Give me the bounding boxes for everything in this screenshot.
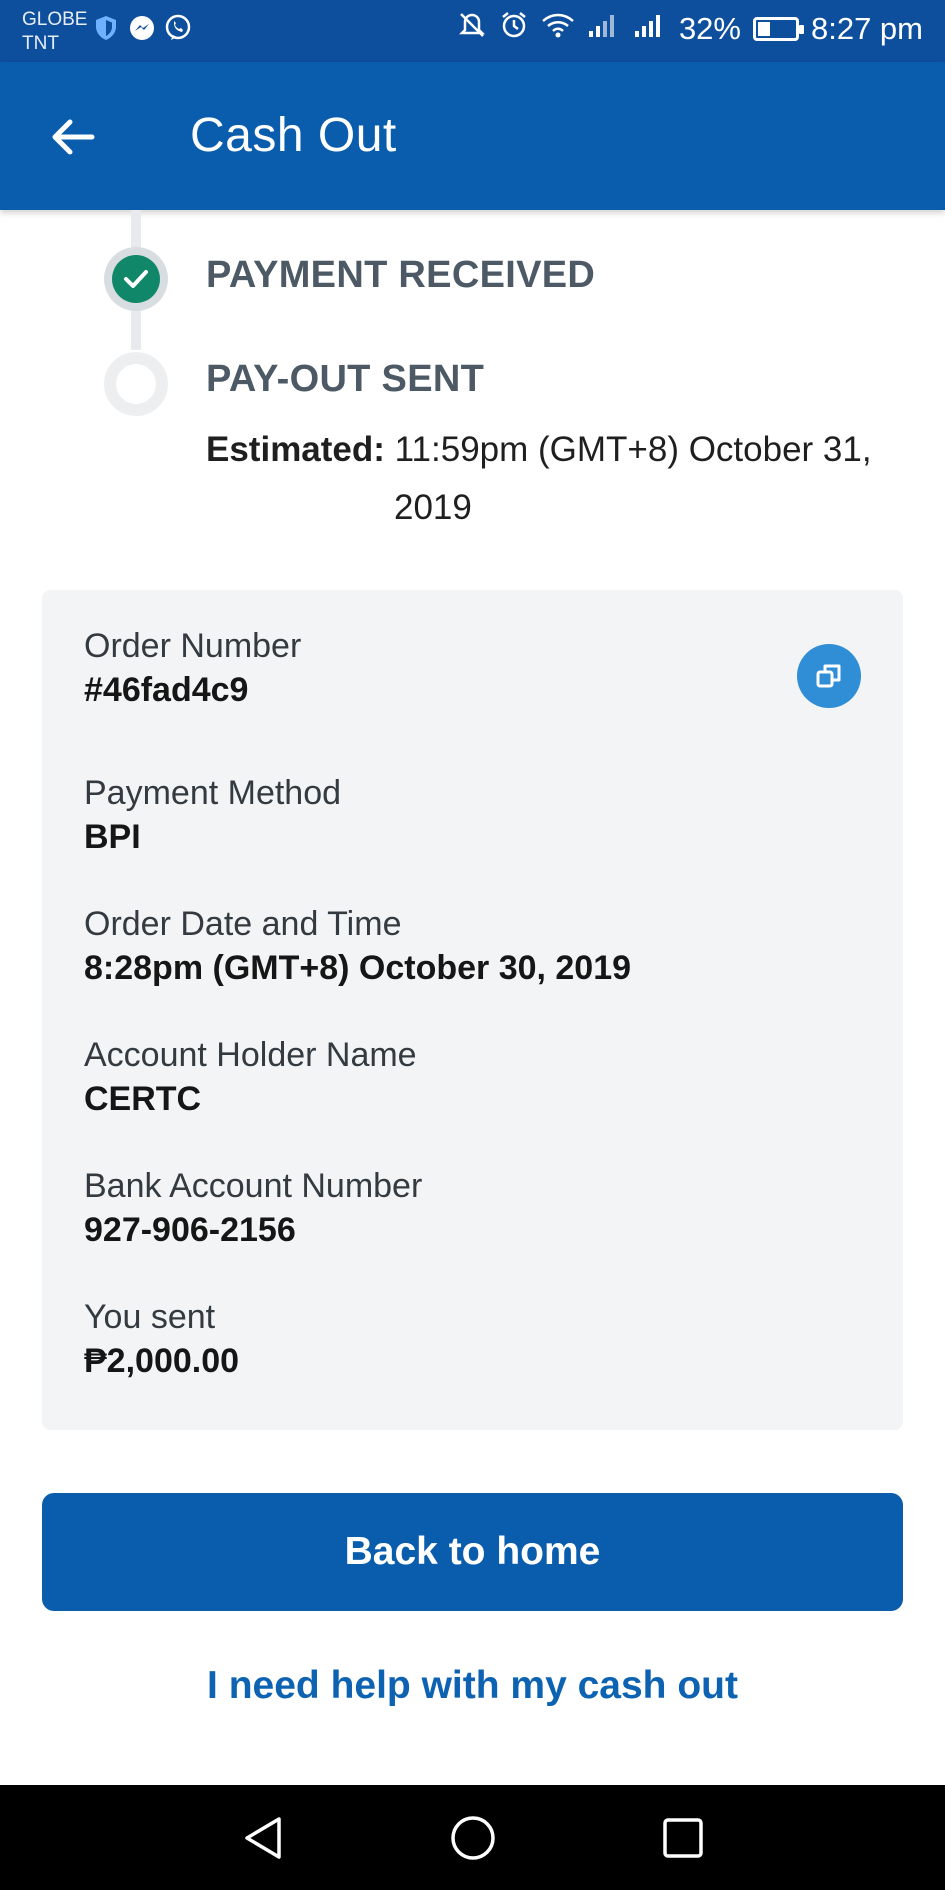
status-bar: GLOBE TNT 32% 8:27 pm bbox=[0, 0, 945, 62]
battery-percent: 32% bbox=[678, 11, 741, 46]
alarm-icon bbox=[499, 10, 529, 48]
back-arrow-icon[interactable] bbox=[46, 110, 100, 164]
bank-account-field: Bank Account Number 927-906-2156 bbox=[84, 1166, 422, 1254]
order-date-field: Order Date and Time 8:28pm (GMT+8) Octob… bbox=[84, 904, 631, 992]
check-icon bbox=[112, 255, 160, 303]
mute-icon bbox=[457, 10, 487, 48]
order-date-value: 8:28pm (GMT+8) October 30, 2019 bbox=[84, 949, 632, 987]
estimated-value-line2: 2019 bbox=[394, 488, 472, 527]
account-holder-value: CERTC bbox=[84, 1080, 202, 1118]
copy-icon bbox=[816, 664, 841, 688]
estimated-time: Estimated: 11:59pm (GMT+8) October 31, 2… bbox=[206, 421, 906, 537]
payment-method-field: Payment Method BPI bbox=[84, 773, 341, 861]
nav-home-icon[interactable] bbox=[443, 1808, 503, 1868]
back-to-home-button[interactable]: Back to home bbox=[42, 1493, 903, 1611]
order-number-field: Order Number #46fad4c9 bbox=[84, 626, 301, 714]
step-payout-sent: PAY-OUT SENT bbox=[206, 358, 485, 400]
estimated-value-line1: 11:59pm (GMT+8) October 31, bbox=[394, 430, 872, 469]
payment-method-value: BPI bbox=[84, 818, 141, 856]
nav-back-icon[interactable] bbox=[233, 1808, 293, 1868]
step-pending-indicator bbox=[104, 352, 168, 416]
estimated-label: Estimated: bbox=[206, 430, 385, 469]
field-label: You sent bbox=[84, 1298, 216, 1336]
wifi-icon bbox=[541, 11, 575, 47]
field-label: Bank Account Number bbox=[84, 1167, 423, 1205]
nav-recents-icon[interactable] bbox=[653, 1808, 713, 1868]
bank-account-value: 927-906-2156 bbox=[84, 1211, 296, 1249]
order-number-value: #46fad4c9 bbox=[84, 671, 249, 709]
order-details-card: Order Number #46fad4c9 Payment Method BP… bbox=[42, 590, 903, 1430]
field-label: Order Date and Time bbox=[84, 905, 402, 943]
notification-icons bbox=[92, 14, 192, 42]
battery-icon bbox=[752, 17, 804, 41]
viber-icon bbox=[164, 14, 192, 42]
field-label: Payment Method bbox=[84, 774, 342, 812]
page-title: Cash Out bbox=[190, 109, 397, 162]
account-holder-field: Account Holder Name CERTC bbox=[84, 1035, 417, 1123]
system-indicators: 32% 8:27 pm bbox=[457, 10, 923, 48]
signal-icon-sim1 bbox=[633, 11, 667, 47]
messenger-icon bbox=[128, 14, 156, 42]
shield-icon bbox=[92, 14, 120, 42]
amount-sent-value: ₱2,000.00 bbox=[84, 1342, 240, 1380]
carrier-label: GLOBE TNT bbox=[22, 8, 87, 56]
clock: 8:27 pm bbox=[810, 11, 923, 46]
signal-icon-sim2 bbox=[587, 11, 621, 47]
field-label: Account Holder Name bbox=[84, 1036, 417, 1074]
carrier-line-1: GLOBE bbox=[22, 9, 88, 30]
app-bar: Cash Out bbox=[0, 62, 945, 210]
copy-order-number-button[interactable] bbox=[797, 644, 861, 708]
step-payment-received: PAYMENT RECEIVED bbox=[206, 254, 596, 296]
carrier-line-2: TNT bbox=[22, 33, 59, 54]
battery-level bbox=[757, 22, 770, 36]
field-label: Order Number bbox=[84, 627, 302, 665]
system-nav-bar bbox=[0, 1785, 945, 1890]
cash-out-help-link[interactable]: I need help with my cash out bbox=[0, 1664, 945, 1708]
amount-sent-field: You sent ₱2,000.00 bbox=[84, 1297, 239, 1385]
step-complete-indicator bbox=[104, 247, 168, 311]
